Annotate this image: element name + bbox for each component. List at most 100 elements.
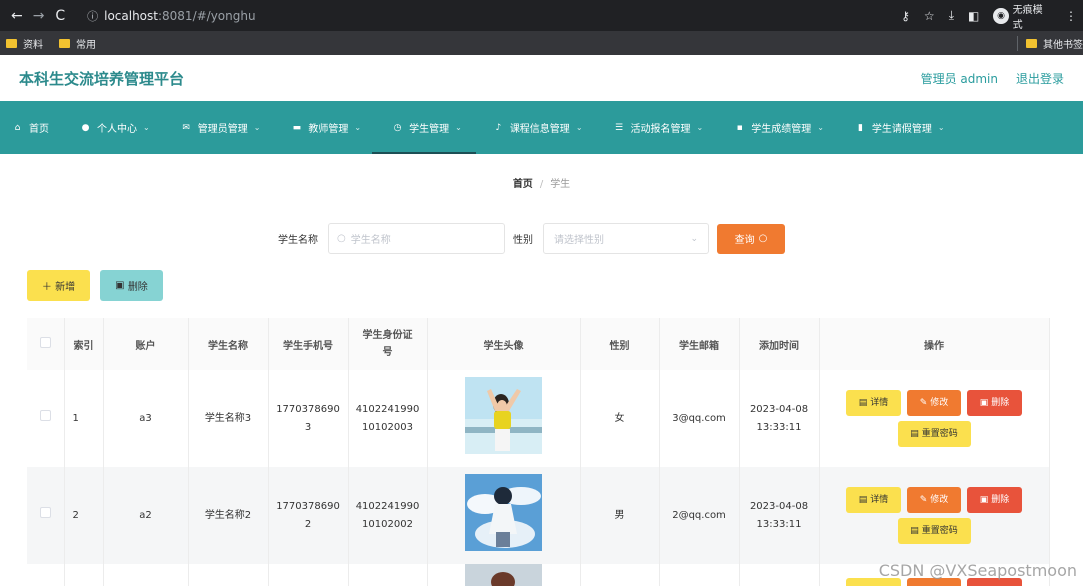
column-header: 性别	[580, 318, 660, 370]
column-header: 学生名称	[188, 318, 269, 370]
row-name: 学生名称3	[188, 370, 269, 467]
student-avatar-image[interactable]	[465, 376, 542, 454]
delete-button[interactable]: ▣ 删除	[967, 487, 1022, 513]
nav-item-course[interactable]: ♪ 课程信息管理 ⌄	[491, 101, 597, 154]
document-icon: ▤	[910, 429, 919, 439]
more-menu-icon[interactable]: ⋮	[1065, 9, 1077, 23]
chevron-down-icon: ⌄	[937, 123, 945, 132]
chevron-down-icon: ⌄	[354, 123, 362, 132]
document-icon: ▤	[858, 398, 868, 408]
nav-item-admin[interactable]: ✉ 管理员管理 ⌄	[179, 101, 275, 154]
column-header: 学生邮箱	[659, 318, 740, 370]
trash-icon: ▣	[115, 280, 125, 291]
download-icon[interactable]: ⤓	[949, 8, 954, 23]
admin-user-label[interactable]: 管理员 admin	[921, 70, 998, 87]
site-info-icon[interactable]: ⓘ	[87, 8, 98, 24]
reset-password-button[interactable]: ▤ 重置密码	[897, 421, 971, 447]
breadcrumb-current: 学生	[550, 179, 571, 190]
gender-placeholder: 请选择性别	[554, 235, 604, 246]
nav-item-student[interactable]: ◷ 学生管理 ⌄	[372, 101, 476, 154]
row-created-at: 2023-04-08 13:33:11	[739, 370, 820, 467]
edit-button[interactable]: ✎ 修改	[907, 390, 961, 416]
detail-button[interactable]: ▤ 详情	[846, 487, 901, 513]
nav-item-teacher[interactable]: ▬ 教师管理 ⌄	[289, 101, 375, 154]
batch-delete-button[interactable]: ▣ 删除	[100, 270, 163, 301]
row-phone: 1770378690 2	[268, 467, 349, 564]
breadcrumb-separator: /	[539, 179, 544, 190]
row-phone: 1770378690 3	[268, 370, 349, 467]
trash-icon: ▣	[979, 398, 989, 408]
nav-item-leave[interactable]: ▮ 学生请假管理 ⌄	[853, 101, 959, 154]
row-email: 2@qq.com	[659, 467, 740, 564]
incognito-indicator[interactable]: ◉ 无痕模式	[993, 1, 1051, 31]
forward-arrow-icon[interactable]: →	[28, 8, 50, 24]
clock-icon: ◷	[393, 122, 402, 133]
breadcrumb-home[interactable]: 首页	[513, 179, 533, 190]
breadcrumb: 首页 / 学生	[0, 175, 1083, 190]
row-checkbox[interactable]	[39, 409, 51, 421]
row-operations: ▤ 详情 ✎ 修改 ▣ 删除 ▤ 重置密码	[819, 370, 1050, 467]
bar-chart-icon: ▮	[857, 122, 863, 133]
logout-link[interactable]: 退出登录	[1016, 70, 1064, 87]
user-icon: ●	[81, 122, 90, 133]
nav-item-grades[interactable]: ▪ 学生成绩管理 ⌄	[732, 101, 838, 154]
nav-item-profile[interactable]: ● 个人中心 ⌄	[78, 101, 164, 154]
add-button[interactable]: ＋ 新增	[27, 270, 90, 301]
other-bookmarks[interactable]: 其他书签	[1017, 35, 1083, 51]
select-all-checkbox[interactable]	[39, 337, 51, 348]
search-form: 学生名称 ○ 学生名称 性别 请选择性别 ⌄ 查询 ○	[278, 223, 785, 254]
watermark: CSDN @VXSeapostmoon	[878, 561, 1077, 580]
row-account: a2	[103, 467, 189, 564]
row-operations: ▤ 详情 ✎ 修改 ▣ 删除 ▤ 重置密码	[819, 467, 1050, 564]
row-account: a3	[103, 370, 189, 467]
student-avatar-image[interactable]	[465, 564, 542, 586]
url-host: localhost	[104, 8, 158, 23]
nav-item-home[interactable]: ⌂ 首页	[10, 101, 63, 154]
chevron-down-icon: ⌄	[690, 233, 698, 244]
mail-icon: ✉	[182, 122, 190, 133]
row-gender: 女	[580, 370, 660, 467]
key-icon[interactable]: ⚷	[901, 9, 910, 23]
gender-select[interactable]: 请选择性别 ⌄	[543, 223, 709, 254]
chat-icon: ▪	[736, 122, 743, 133]
chevron-down-icon: ⌄	[455, 123, 462, 132]
student-name-input[interactable]: ○ 学生名称	[328, 223, 505, 254]
row-id-number: 4102241990 10102002	[348, 467, 428, 564]
folder-icon	[59, 38, 70, 48]
student-avatar-image[interactable]	[465, 473, 542, 551]
query-button[interactable]: 查询 ○	[717, 223, 785, 254]
reset-password-button[interactable]: ▤ 重置密码	[897, 518, 971, 544]
incognito-label: 无痕模式	[1012, 4, 1043, 31]
plus-icon: ＋	[41, 282, 52, 293]
row-index: 1	[64, 370, 104, 467]
column-header: 索引	[64, 318, 104, 370]
chevron-down-icon: ⌄	[143, 123, 150, 132]
bookmark-folder[interactable]: 资料	[6, 36, 43, 51]
edit-button[interactable]: ✎ 修改	[907, 487, 961, 513]
nav-item-activity[interactable]: ☰ 活动报名管理 ⌄	[612, 101, 718, 154]
url-path: :8081/#/yonghu	[157, 8, 256, 23]
reload-icon[interactable]: C	[49, 8, 71, 24]
chevron-down-icon: ⌄	[575, 123, 583, 132]
column-header: 学生身份证号	[348, 318, 428, 370]
name-label: 学生名称	[278, 235, 318, 246]
bookmark-folder[interactable]: 常用	[59, 36, 96, 51]
address-bar[interactable]: ⓘ localhost:8081/#/yonghu	[81, 4, 902, 27]
row-email: 3@qq.com	[659, 370, 740, 467]
folder-icon	[6, 38, 17, 48]
search-icon: ○	[758, 233, 768, 244]
chevron-down-icon: ⌄	[817, 123, 824, 132]
delete-button[interactable]: ▣ 删除	[967, 390, 1022, 416]
back-arrow-icon[interactable]: ←	[6, 8, 28, 24]
chevron-down-icon: ⌄	[253, 123, 261, 132]
column-header: 操作	[819, 318, 1050, 370]
main-nav: ⌂ 首页 ● 个人中心 ⌄ ✉ 管理员管理 ⌄ ▬ 教师管理 ⌄ ◷ 学生管理 ⌄ ♪ 课程信息管理…	[0, 101, 1083, 154]
app-title: 本科生交流培养管理平台	[19, 69, 185, 88]
row-checkbox[interactable]	[39, 506, 51, 518]
student-table: 索引 账户 学生名称 学生手机号 学生身份证号 学生头像 性别 学生邮箱 添加时…	[27, 318, 1050, 586]
star-icon[interactable]: ☆	[924, 9, 935, 23]
column-header: 学生头像	[427, 318, 581, 370]
sidepanel-icon[interactable]: ◧	[968, 9, 979, 23]
chevron-down-icon: ⌄	[696, 123, 704, 132]
detail-button[interactable]: ▤ 详情	[846, 390, 901, 416]
